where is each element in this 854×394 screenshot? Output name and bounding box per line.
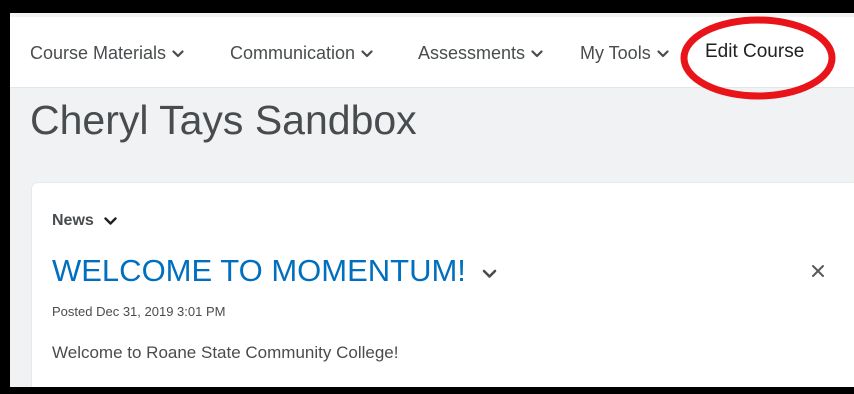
nav-my-tools-label: My Tools: [580, 43, 651, 63]
nav-assessments[interactable]: Assessments: [418, 43, 543, 64]
chevron-down-icon: [104, 217, 117, 225]
close-icon[interactable]: [807, 260, 829, 282]
nav-communication[interactable]: Communication: [230, 43, 373, 64]
nav-my-tools[interactable]: My Tools: [580, 43, 669, 64]
chevron-down-icon: [531, 49, 543, 57]
chevron-down-icon: [172, 49, 184, 57]
page-title: Cheryl Tays Sandbox: [30, 97, 417, 143]
nav-edit-course-label: Edit Course: [705, 41, 805, 62]
chevron-down-icon: [657, 49, 669, 57]
news-item-body: Welcome to Roane State Community College…: [52, 343, 399, 362]
chevron-down-icon[interactable]: [482, 268, 497, 280]
course-navbar: Course Materials Communication Assessmen…: [10, 17, 854, 88]
nav-assessments-label: Assessments: [418, 43, 526, 63]
news-widget-title: News: [52, 212, 94, 229]
nav-edit-course[interactable]: Edit Course: [705, 41, 804, 63]
news-item-title-link[interactable]: WELCOME TO MOMENTUM!: [52, 253, 497, 289]
news-widget-header[interactable]: News: [52, 212, 117, 230]
news-item-title: WELCOME TO MOMENTUM!: [52, 253, 466, 288]
nav-course-materials-label: Course Materials: [30, 43, 167, 63]
news-widget: News WELCOME TO MOMENTUM! Posted Dec 31,…: [32, 183, 854, 387]
chevron-down-icon: [361, 49, 373, 57]
nav-communication-label: Communication: [230, 43, 356, 63]
nav-course-materials[interactable]: Course Materials: [30, 43, 184, 64]
news-item-posted-date: Posted Dec 31, 2019 3:01 PM: [52, 304, 226, 319]
browser-frame: Course Materials Communication Assessmen…: [10, 13, 854, 387]
